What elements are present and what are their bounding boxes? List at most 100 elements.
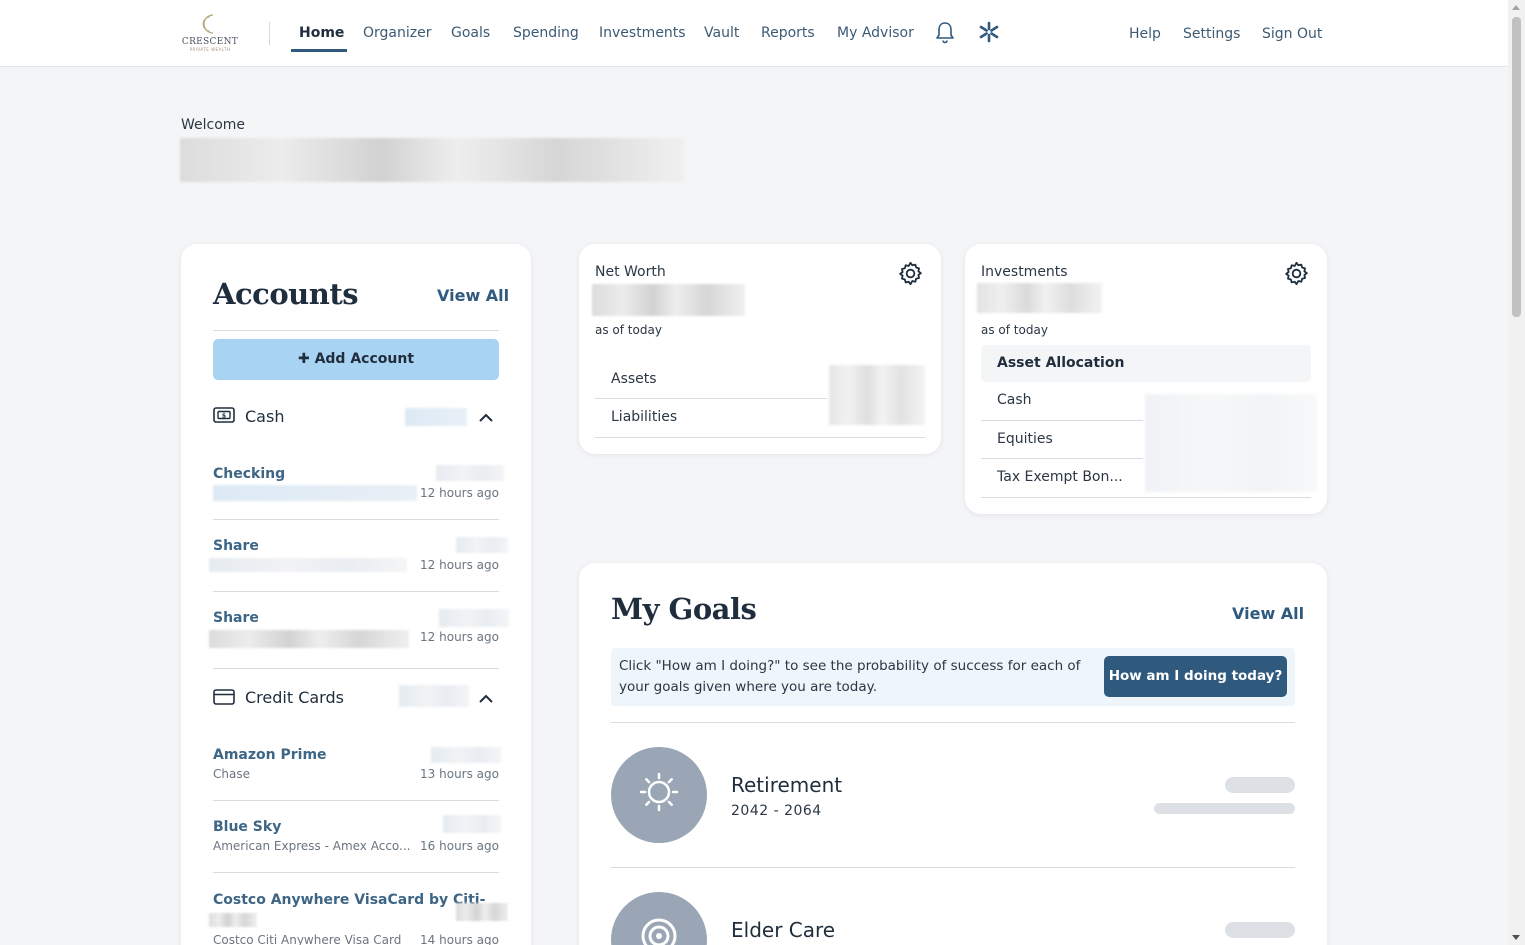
elder-care-goal-avatar[interactable]: [611, 892, 707, 945]
account-name[interactable]: Blue Sky: [213, 819, 281, 835]
redacted-account-number: [209, 558, 407, 572]
nav-help[interactable]: Help: [1129, 25, 1161, 43]
account-institution: American Express - Amex Acco...: [213, 839, 411, 853]
scroll-up-icon[interactable]: [1512, 5, 1520, 10]
account-name[interactable]: Share: [213, 538, 259, 554]
gear-icon[interactable]: [1283, 260, 1310, 287]
account-name[interactable]: Costco Anywhere VisaCard by Citi-: [213, 892, 485, 908]
redacted-balance: [439, 609, 509, 627]
loading-placeholder: [1225, 777, 1295, 793]
account-institution: Chase: [213, 767, 250, 781]
redacted-balance: [456, 903, 508, 921]
asterisk-icon[interactable]: [978, 20, 1000, 44]
nav-sign-out[interactable]: Sign Out: [1262, 25, 1322, 43]
redacted-account-number: [209, 630, 409, 648]
account-updated-time: 12 hours ago: [420, 558, 499, 572]
nav-goals[interactable]: Goals: [451, 24, 490, 42]
net-worth-as-of: as of today: [595, 323, 662, 337]
goal-name[interactable]: Elder Care: [731, 918, 835, 942]
page-scrollbar[interactable]: [1508, 0, 1525, 945]
divider: [981, 458, 1143, 459]
credit-card-icon: [213, 689, 235, 705]
loading-placeholder: [1154, 803, 1295, 814]
nav-spending[interactable]: Spending: [513, 24, 579, 42]
crescent-logo-icon: [202, 14, 214, 34]
nav-organizer[interactable]: Organizer: [363, 24, 431, 42]
loading-placeholder: [1225, 922, 1295, 938]
divider: [981, 497, 1311, 498]
nav-home[interactable]: Home: [299, 24, 344, 42]
credit-cards-group-title[interactable]: Credit Cards: [245, 688, 344, 707]
nav-vault[interactable]: Vault: [704, 24, 739, 42]
divider: [611, 867, 1295, 868]
nav-settings[interactable]: Settings: [1183, 25, 1240, 43]
redacted-balance: [456, 537, 508, 553]
account-updated-time: 12 hours ago: [420, 630, 499, 644]
divider: [981, 420, 1143, 421]
divider: [213, 872, 499, 873]
add-account-label: Add Account: [314, 351, 415, 367]
divider: [213, 519, 499, 520]
redacted-balance: [443, 815, 501, 833]
investments-label: Investments: [981, 264, 1068, 280]
account-name[interactable]: Checking: [213, 466, 285, 482]
accounts-title: Accounts: [213, 277, 359, 311]
net-worth-label: Net Worth: [595, 264, 666, 280]
goal-name[interactable]: Retirement: [731, 773, 842, 797]
bell-icon[interactable]: [934, 20, 956, 44]
nav-investments[interactable]: Investments: [599, 24, 686, 42]
redacted-account-number: [209, 913, 257, 927]
redacted-net-worth-chart: [829, 365, 925, 425]
nav-divider: [269, 22, 270, 45]
net-worth-card: Net Worth as of today Assets Liabilities: [579, 244, 941, 454]
redacted-allocation-chart: [1145, 394, 1317, 492]
top-navigation: CRESCENT PRIVATE WEALTH Home Organizer G…: [0, 0, 1508, 67]
how-am-i-doing-button[interactable]: How am I doing today?: [1104, 656, 1287, 697]
cash-group-title[interactable]: Cash: [245, 407, 284, 426]
scrollbar-thumb[interactable]: [1512, 17, 1521, 317]
redacted-credit-total: [399, 685, 469, 707]
plus-icon: ✚: [297, 351, 315, 367]
active-tab-indicator: [291, 49, 347, 52]
account-updated-time: 14 hours ago: [420, 933, 499, 945]
redacted-cash-total: [405, 408, 467, 426]
divider: [595, 398, 827, 399]
retirement-goal-avatar[interactable]: [611, 747, 707, 843]
add-account-button[interactable]: ✚ Add Account: [213, 339, 499, 380]
divider: [213, 668, 499, 669]
account-institution: Costco Citi Anywhere Visa Card: [213, 933, 402, 945]
sun-icon: [639, 772, 679, 812]
account-updated-time: 16 hours ago: [420, 839, 499, 853]
account-name[interactable]: Share: [213, 610, 259, 626]
gear-icon[interactable]: [897, 260, 924, 287]
accounts-view-all-link[interactable]: View All: [437, 286, 509, 305]
divider: [611, 722, 1295, 723]
chevron-up-icon[interactable]: [478, 693, 494, 703]
goals-view-all-link[interactable]: View All: [1232, 604, 1304, 623]
goals-title: My Goals: [611, 592, 757, 626]
my-goals-card: My Goals View All Click "How am I doing?…: [579, 563, 1327, 945]
chevron-up-icon[interactable]: [478, 412, 494, 422]
goals-info-text: Click "How am I doing?" to see the proba…: [619, 658, 1081, 695]
allocation-tax-exempt-label[interactable]: Tax Exempt Bon...: [997, 469, 1123, 485]
redacted-balance: [431, 747, 501, 763]
account-updated-time: 12 hours ago: [420, 486, 499, 500]
svg-text:$: $: [222, 413, 226, 420]
assets-label[interactable]: Assets: [611, 371, 657, 387]
allocation-equities-label[interactable]: Equities: [997, 431, 1053, 447]
divider: [213, 800, 499, 801]
redacted-net-worth-value: [592, 284, 745, 316]
scroll-down-icon[interactable]: [1512, 935, 1520, 940]
crescent-logo[interactable]: CRESCENT PRIVATE WEALTH: [181, 12, 239, 54]
redacted-user-name: [180, 138, 684, 182]
logo-text: CRESCENT: [181, 37, 239, 47]
target-icon: [641, 918, 677, 945]
divider: [595, 437, 925, 438]
allocation-cash-label[interactable]: Cash: [997, 392, 1032, 408]
nav-my-advisor[interactable]: My Advisor: [837, 24, 914, 42]
liabilities-label[interactable]: Liabilities: [611, 409, 677, 425]
nav-reports[interactable]: Reports: [761, 24, 815, 42]
goal-years: 2042 - 2064: [731, 803, 822, 819]
account-name[interactable]: Amazon Prime: [213, 747, 327, 763]
redacted-balance: [436, 465, 504, 481]
